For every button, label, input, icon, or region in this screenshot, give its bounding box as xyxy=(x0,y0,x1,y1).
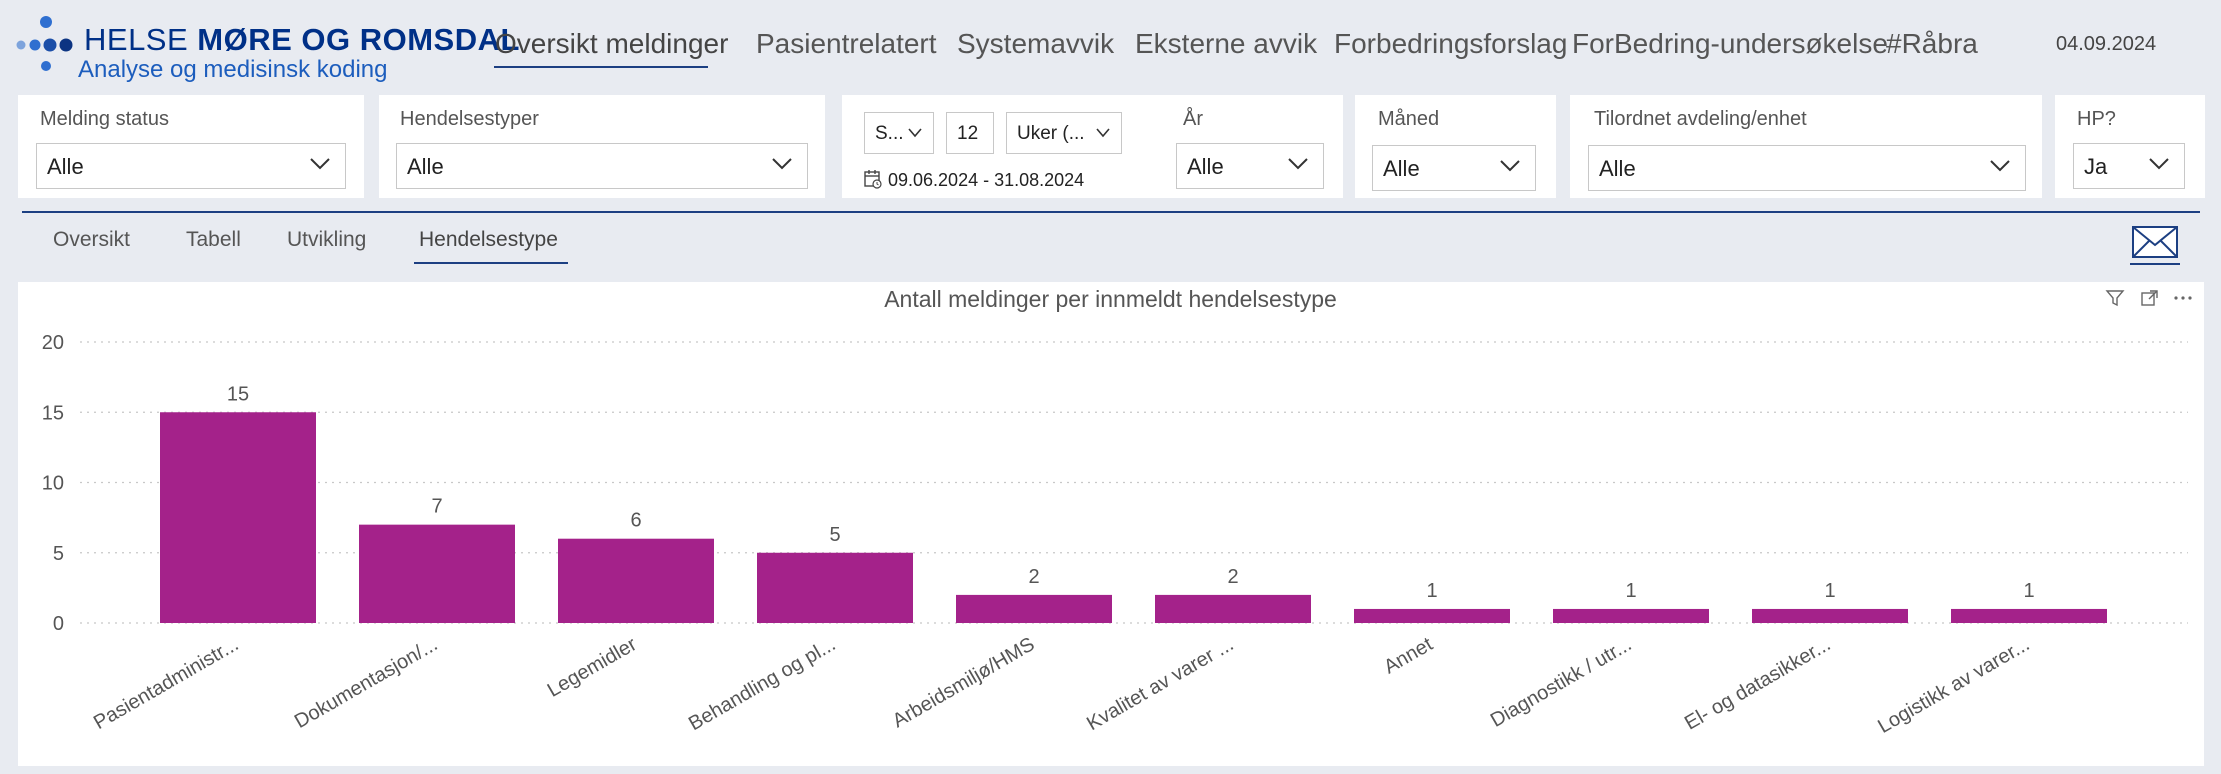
data-label: 7 xyxy=(431,496,442,518)
y-tick-label: 0 xyxy=(53,613,64,635)
bar xyxy=(1752,608,1908,623)
x-tick-label: Arbeidsmiljø/HMS xyxy=(889,633,1039,732)
data-label: 1 xyxy=(1824,580,1835,602)
y-tick-label: 20 xyxy=(42,332,64,354)
bar xyxy=(1951,608,2107,623)
x-tick-label: Dokumentasjon/... xyxy=(291,633,442,733)
data-label: 1 xyxy=(2023,580,2034,602)
data-label: 5 xyxy=(829,524,840,546)
bar xyxy=(160,412,316,623)
bar xyxy=(1553,608,1709,623)
x-tick-label: Pasientadministr... xyxy=(90,633,243,734)
data-label: 1 xyxy=(1426,580,1437,602)
x-tick-label: Legemidler xyxy=(544,633,641,702)
y-tick-label: 10 xyxy=(42,473,64,495)
data-label: 1 xyxy=(1625,580,1636,602)
y-tick-label: 5 xyxy=(53,543,64,565)
x-tick-label: El- og datasikker... xyxy=(1681,633,1834,734)
x-tick-label: Behandling og pl... xyxy=(685,633,839,735)
bar xyxy=(1155,594,1311,623)
x-tick-label: Annet xyxy=(1380,633,1437,678)
bar xyxy=(956,594,1112,623)
bar-chart: 0510152015Pasientadministr...7Dokumentas… xyxy=(42,332,2188,738)
bar xyxy=(757,552,913,623)
bar xyxy=(359,524,515,623)
x-tick-label: Logistikk av varer... xyxy=(1874,633,2033,738)
y-tick-label: 15 xyxy=(42,402,64,424)
data-label: 15 xyxy=(227,383,249,405)
data-label: 6 xyxy=(630,510,641,532)
data-label: 2 xyxy=(1028,566,1039,588)
report-canvas: HELSE MØRE OG ROMSDAL Analyse og medisin… xyxy=(0,0,2221,774)
bar xyxy=(558,538,714,623)
x-tick-label: Diagnostikk / utr... xyxy=(1487,633,1636,732)
data-label: 2 xyxy=(1227,566,1238,588)
bar xyxy=(1354,608,1510,623)
x-tick-label: Kvalitet av varer ... xyxy=(1083,633,1237,735)
